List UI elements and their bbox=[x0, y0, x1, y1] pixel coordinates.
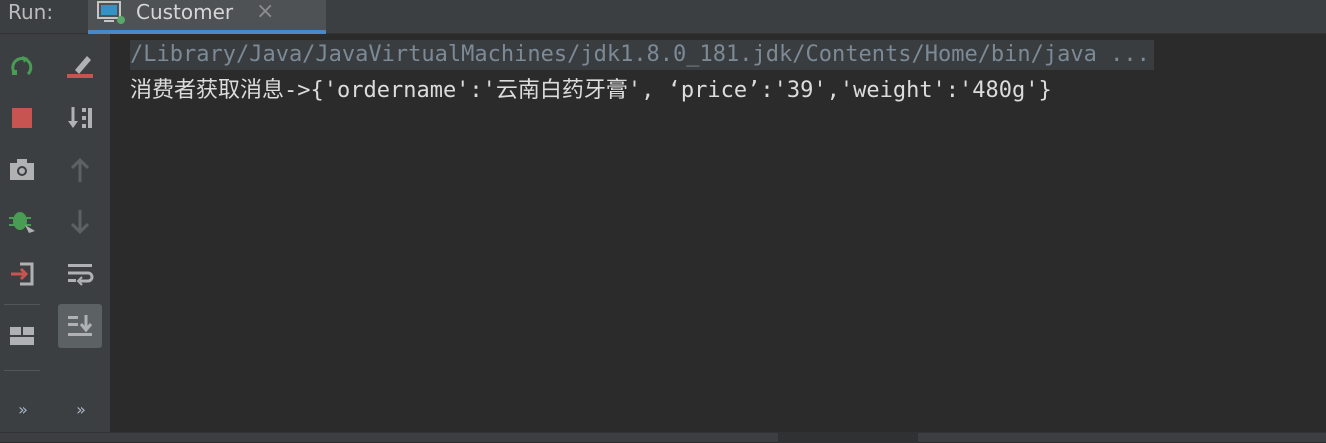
console-command-line[interactable]: /Library/Java/JavaVirtualMachines/jdk1.8… bbox=[130, 40, 1154, 70]
bottom-status-strip bbox=[0, 432, 1326, 443]
camera-icon[interactable] bbox=[0, 148, 44, 192]
up-arrow-icon[interactable] bbox=[58, 148, 102, 192]
run-label: Run: bbox=[8, 0, 54, 24]
run-toolbar-left: » bbox=[0, 34, 44, 432]
tab-customer[interactable]: Customer × bbox=[88, 0, 326, 34]
more-actions-left[interactable]: » bbox=[0, 400, 44, 419]
toolbar-separator bbox=[4, 370, 40, 371]
more-actions-right[interactable]: » bbox=[58, 400, 102, 419]
debug-icon[interactable] bbox=[0, 200, 44, 244]
console-icon bbox=[96, 0, 126, 26]
stop-icon[interactable] bbox=[0, 96, 44, 140]
console-output-line: 消费者获取消息->{'ordername':'云南白药牙膏', ‘price’:… bbox=[130, 78, 1052, 103]
close-icon[interactable]: × bbox=[256, 0, 274, 26]
run-toolbar-right: » bbox=[56, 34, 110, 432]
layout-icon[interactable] bbox=[0, 314, 44, 358]
toolbar-gap bbox=[44, 34, 56, 432]
sort-icon[interactable] bbox=[58, 96, 102, 140]
clear-all-icon[interactable] bbox=[58, 44, 102, 88]
toolbar-separator bbox=[4, 304, 40, 305]
rerun-icon[interactable] bbox=[0, 44, 44, 88]
exit-icon[interactable] bbox=[0, 252, 44, 296]
down-arrow-icon[interactable] bbox=[58, 200, 102, 244]
tab-title: Customer bbox=[136, 0, 234, 24]
soft-wrap-icon[interactable] bbox=[58, 252, 102, 296]
scroll-to-end-icon[interactable] bbox=[58, 304, 102, 348]
console-output[interactable]: /Library/Java/JavaVirtualMachines/jdk1.8… bbox=[110, 34, 1326, 432]
